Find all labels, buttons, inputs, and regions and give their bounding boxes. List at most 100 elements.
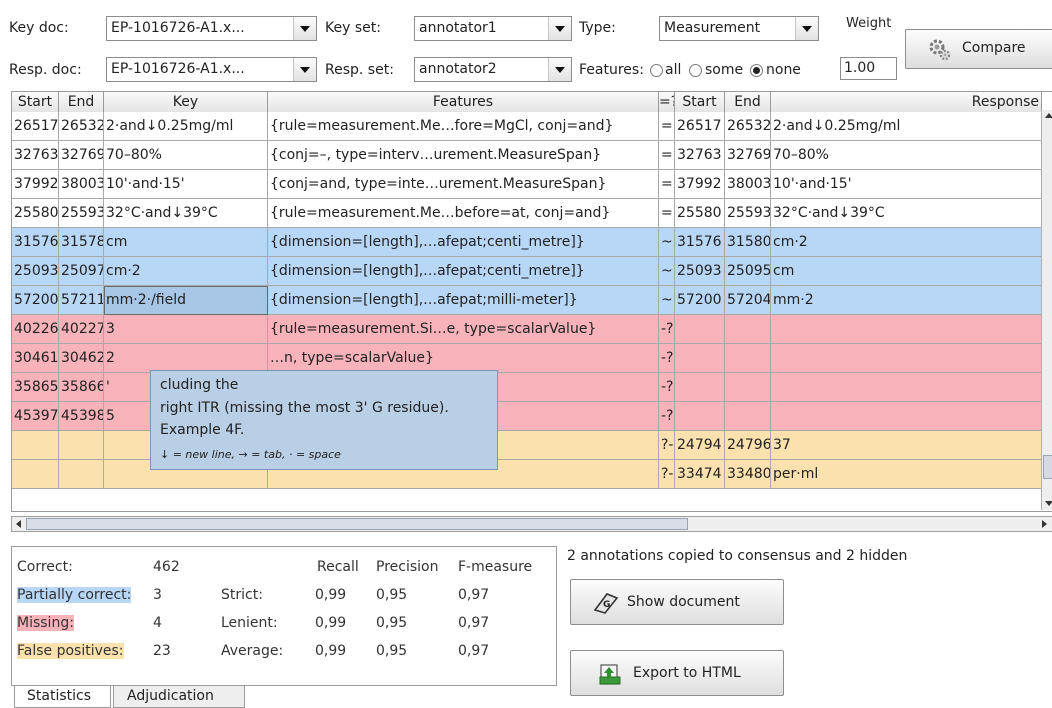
- cell-resp-start[interactable]: [675, 373, 725, 402]
- cell-key[interactable]: 70–80%: [104, 141, 268, 170]
- tab-statistics[interactable]: Statistics: [14, 686, 111, 708]
- cell-key-start[interactable]: 45397: [12, 402, 59, 431]
- cell-key-end[interactable]: [59, 431, 104, 460]
- cell-key[interactable]: cm: [104, 228, 268, 257]
- cell-resp-end[interactable]: 38003: [725, 170, 771, 199]
- cell-response[interactable]: [771, 315, 1042, 344]
- cell-resp-end[interactable]: 31580: [725, 228, 771, 257]
- scroll-down-icon[interactable]: [1045, 501, 1052, 506]
- cell-response[interactable]: per·ml: [771, 460, 1042, 489]
- export-html-button[interactable]: Export to HTML: [570, 650, 784, 696]
- cell-features[interactable]: {rule=measurement.Me…before=at, conj=and…: [268, 199, 659, 228]
- cell-op[interactable]: -?: [659, 344, 675, 373]
- table-row[interactable]: 25093 25097 cm·2 {dimension=[length],…afepa…: [12, 257, 1042, 286]
- cell-key-end[interactable]: 25593: [59, 199, 104, 228]
- cell-key-end[interactable]: 26532: [59, 112, 104, 141]
- cell-resp-start[interactable]: 25580: [675, 199, 725, 228]
- cell-response[interactable]: 32°C·and↓39°C: [771, 199, 1042, 228]
- cell-key-end[interactable]: 57211: [59, 286, 104, 315]
- cell-response[interactable]: 70–80%: [771, 141, 1042, 170]
- scroll-left-icon[interactable]: [16, 520, 21, 528]
- cell-resp-start[interactable]: [675, 315, 725, 344]
- cell-op[interactable]: -?: [659, 315, 675, 344]
- col-key-end[interactable]: End: [59, 92, 104, 112]
- cell-key[interactable]: 10'·and·15': [104, 170, 268, 199]
- cell-features[interactable]: {dimension=[length],…afepat;centi_metre]…: [268, 228, 659, 257]
- cell-resp-start[interactable]: 57200: [675, 286, 725, 315]
- resp-doc-select[interactable]: EP-1016726-A1.x...: [106, 57, 317, 82]
- cell-key-start[interactable]: [12, 460, 59, 489]
- scroll-right-icon[interactable]: [1042, 520, 1047, 528]
- cell-resp-start[interactable]: 37992: [675, 170, 725, 199]
- col-key[interactable]: Key: [104, 92, 268, 112]
- cell-op[interactable]: ~: [659, 286, 675, 315]
- chevron-down-icon[interactable]: [548, 58, 571, 81]
- cell-key-end[interactable]: 35866: [59, 373, 104, 402]
- table-row[interactable]: 37992 38003 10'·and·15' {conj=and, type=int…: [12, 170, 1042, 199]
- cell-resp-start[interactable]: [675, 402, 725, 431]
- cell-key-end[interactable]: 30462: [59, 344, 104, 373]
- table-row[interactable]: 25580 25593 32°C·and↓39°C {rule=measurement…: [12, 199, 1042, 228]
- table-horizontal-scrollbar[interactable]: [11, 516, 1052, 532]
- cell-resp-start[interactable]: 32763: [675, 141, 725, 170]
- cell-key-start[interactable]: 30461: [12, 344, 59, 373]
- col-features[interactable]: Features: [268, 92, 659, 112]
- cell-key-start[interactable]: 31576: [12, 228, 59, 257]
- cell-resp-end[interactable]: 33480: [725, 460, 771, 489]
- cell-response[interactable]: [771, 402, 1042, 431]
- key-set-select[interactable]: annotator1: [414, 16, 572, 41]
- cell-features[interactable]: {dimension=[length],…afepat;centi_metre]…: [268, 257, 659, 286]
- cell-op[interactable]: -?: [659, 373, 675, 402]
- cell-features[interactable]: {rule=measurement.Si…e, type=scalarValue…: [268, 315, 659, 344]
- cell-response[interactable]: cm·2: [771, 228, 1042, 257]
- weight-input[interactable]: 1.00: [840, 57, 897, 80]
- cell-resp-start[interactable]: 33474: [675, 460, 725, 489]
- cell-op[interactable]: -?: [659, 402, 675, 431]
- cell-op[interactable]: ?-: [659, 460, 675, 489]
- cell-resp-start[interactable]: 26517: [675, 112, 725, 141]
- cell-key-start[interactable]: 35865: [12, 373, 59, 402]
- cell-key-start[interactable]: 57200: [12, 286, 59, 315]
- cell-key-start[interactable]: 40226: [12, 315, 59, 344]
- table-row[interactable]: 26517 26532 2·and↓0.25mg/ml {rule=measureme…: [12, 112, 1042, 141]
- cell-resp-end[interactable]: 25095: [725, 257, 771, 286]
- col-match[interactable]: =?: [659, 92, 675, 112]
- cell-key-end[interactable]: [59, 460, 104, 489]
- cell-key-end[interactable]: 45398: [59, 402, 104, 431]
- resp-set-select[interactable]: annotator2: [414, 57, 572, 82]
- cell-features[interactable]: …n, type=scalarValue}: [268, 344, 659, 373]
- table-row[interactable]: 32763 32769 70–80% {conj=–, type=interv…ure…: [12, 141, 1042, 170]
- cell-response[interactable]: 10'·and·15': [771, 170, 1042, 199]
- cell-resp-end[interactable]: 24796: [725, 431, 771, 460]
- cell-response[interactable]: [771, 373, 1042, 402]
- compare-button[interactable]: Compare: [905, 29, 1052, 69]
- cell-key-end[interactable]: 40227: [59, 315, 104, 344]
- cell-op[interactable]: ?-: [659, 431, 675, 460]
- cell-key-start[interactable]: 25580: [12, 199, 59, 228]
- cell-key-start[interactable]: 32763: [12, 141, 59, 170]
- cell-response[interactable]: mm·2: [771, 286, 1042, 315]
- cell-features[interactable]: {dimension=[length],…afepat;milli-meter]…: [268, 286, 659, 315]
- features-radio-none[interactable]: [750, 64, 763, 77]
- cell-key-start[interactable]: 37992: [12, 170, 59, 199]
- cell-key-end[interactable]: 38003: [59, 170, 104, 199]
- cell-key[interactable]: 3: [104, 315, 268, 344]
- table-row[interactable]: 31576 31578 cm {dimension=[length],…afepat;…: [12, 228, 1042, 257]
- table-row[interactable]: 40226 40227 3 {rule=measurement.Si…e, type=…: [12, 315, 1042, 344]
- chevron-down-icon[interactable]: [795, 17, 818, 40]
- cell-op[interactable]: =: [659, 141, 675, 170]
- chevron-down-icon[interactable]: [293, 58, 316, 81]
- features-radio-all[interactable]: [650, 64, 663, 77]
- cell-key-start[interactable]: [12, 431, 59, 460]
- table-row[interactable]: 30461 30462 2 …n, type=scalarValue} -?: [12, 344, 1042, 373]
- cell-op[interactable]: =: [659, 199, 675, 228]
- cell-op[interactable]: =: [659, 170, 675, 199]
- scroll-up-icon[interactable]: [1045, 113, 1052, 118]
- show-document-button[interactable]: G Show document: [570, 579, 784, 625]
- cell-key[interactable]: 2·and↓0.25mg/ml: [104, 112, 268, 141]
- cell-resp-start[interactable]: [675, 344, 725, 373]
- cell-key[interactable]: cm·2: [104, 257, 268, 286]
- cell-resp-end[interactable]: [725, 315, 771, 344]
- cell-response[interactable]: 37: [771, 431, 1042, 460]
- chevron-down-icon[interactable]: [548, 17, 571, 40]
